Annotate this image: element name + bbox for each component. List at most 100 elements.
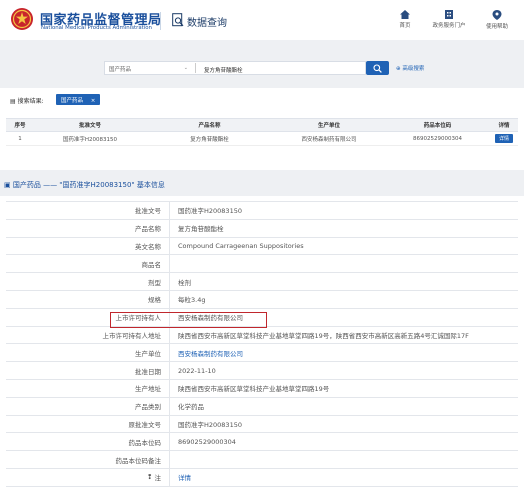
row-approval-no: 国药准字H20083150 [62,136,118,143]
detail-row: 生产单位 西安杨森制药有限公司 [6,344,518,363]
row-product: 复方角苷酸酯栓 [190,136,229,143]
results-label-text: 搜索结果: [17,98,44,105]
row-manufacturer: 西安杨森制药有限公司 [301,136,357,143]
column-header: 序号 [14,123,26,129]
nav-help[interactable]: 使用帮助 [472,10,522,30]
column-header: 批准文号 [78,123,101,129]
note-icon: ❢ [147,473,153,482]
detail-row: 商品名 [6,255,518,274]
close-icon[interactable]: × [91,98,96,104]
detail-row: 产品名称 复方角苷酸酯栓 [6,219,518,238]
detail-label-text: 药品本位码 [128,438,162,447]
detail-label-text: 注 [154,474,162,483]
search-button[interactable] [366,61,389,75]
section-title: 数据查询 [187,18,227,29]
detail-label-text: 生产单位 [135,349,161,358]
nav-portal[interactable]: 政务服务门户 [424,10,474,29]
table-row[interactable]: 1 国药准字H20083150 复方角苷酸酯栓 西安杨森制药有限公司 86902… [6,132,518,146]
detail-value: 国药准字H20083150 [178,207,242,216]
detail-row: ❢ 注详情 [6,468,518,487]
detail-title-text: 国产药品 —— "国药准字H20083150" 基本信息 [12,181,165,189]
nav-portal-label: 政务服务门户 [432,23,466,29]
detail-label: 药品本位码备注 [6,451,170,468]
chevron-down-icon: ⌄ [183,65,188,71]
portal-icon [445,10,453,19]
site-header: 国家药品监督管理局 National Medical Products Admi… [0,0,524,40]
detail-label: 生产单位 [6,344,170,362]
column-header: 详情 [498,123,510,129]
detail-label-text: 药品本位码备注 [115,456,162,465]
detail-label: 药品本位码 [6,433,170,451]
help-icon [492,10,502,20]
detail-value: 国药准字H20083150 [178,420,242,429]
detail-label-text: 产品名称 [135,225,161,234]
home-icon [400,10,410,19]
data-query-icon [172,13,184,27]
detail-value: Compound Carrageenan Suppositories [178,241,304,250]
site-subtitle: National Medical Products Administration [41,25,152,31]
detail-table: 批准文号 国药准字H20083150 产品名称 复方角苷酸酯栓 英文名称 Compound… [6,201,518,487]
detail-row: 批准文号 国药准字H20083150 [6,202,518,220]
row-detail-cell: 详情 [490,132,518,145]
column-header: 生产单位 [317,123,340,129]
nav-home[interactable]: 首页 [380,10,430,29]
results-filter-tag[interactable]: 国产药品 × [56,94,101,105]
detail-value: 化学药品 [178,403,204,412]
detail-label: 商品名 [6,255,170,273]
detail-value: 栓剂 [178,278,191,287]
detail-value[interactable]: 西安杨森制药有限公司 [170,344,518,361]
detail-row: 批准日期 2022-11-10 [6,362,518,380]
search-input[interactable] [196,61,366,75]
detail-label: 批准文号 [6,202,170,219]
results-table: 序号 批准文号 产品名称 生产单位 药品本位码 详情 1 国药准字H200831… [6,118,518,146]
row-drug-code: 86902529000304 [413,135,462,142]
detail-value [170,255,518,272]
column-header: 产品名称 [198,123,221,129]
detail-row: 剂型 栓剂 [6,273,518,291]
row-index: 1 [18,135,22,142]
detail-row: 上市许可持有人地址 陕西省西安市高新区草堂科技产业基地草堂四路19号，陕西省西安市… [6,326,518,345]
detail-value: 86902529000304 [178,437,236,446]
category-select-value: 国产药品 [109,67,132,73]
document-icon: ▣ [4,181,11,189]
detail-row: 生产地址 陕西省西安市高新区草堂科技产业基地草堂四路19号 [6,379,518,398]
detail-label: 批准日期 [6,362,170,379]
table-header: 序号 批准文号 产品名称 生产单位 药品本位码 详情 [6,118,518,132]
detail-row: 英文名称 Compound Carrageenan Suppositories [6,237,518,256]
detail-label-text: 批准日期 [135,367,161,376]
detail-label-text: 产品类别 [135,403,161,412]
detail-label-text: 上市许可持有人地址 [102,331,162,340]
detail-button[interactable]: 详情 [494,134,513,143]
national-emblem-icon [11,8,33,30]
detail-label: 产品类别 [6,397,170,415]
detail-value: 2022-11-10 [178,366,216,375]
detail-label: ❢ 注 [6,468,170,486]
detail-label-text: 规格 [148,296,161,305]
detail-label-text: 批准文号 [135,207,161,216]
results-list-icon: ▤ [10,98,16,105]
detail-label: 规格 [6,290,170,308]
results-label: ▤ 搜索结果: [10,96,44,105]
search-icon [373,64,382,73]
detail-label: 上市许可持有人地址 [6,326,170,344]
results-tag-label: 国产药品 [61,98,84,104]
highlight-box [110,312,267,328]
detail-value: 复方角苷酸酯栓 [178,225,224,234]
detail-value[interactable]: 详情 [170,469,518,486]
detail-label-text: 英文名称 [135,242,161,251]
nav-help-label: 使用帮助 [485,24,508,30]
detail-row: 规格 每粒3.4g [6,290,518,309]
detail-label-text: 原批准文号 [128,420,162,429]
detail-label: 产品名称 [6,219,170,237]
detail-row: 药品本位码 86902529000304 [6,433,518,452]
detail-row: 产品类别 化学药品 [6,397,518,416]
nav-home-label: 首页 [399,23,411,29]
detail-value: 每粒3.4g [178,296,206,305]
detail-label-text: 剂型 [148,278,161,287]
advanced-search-link[interactable]: ⊕ 高级搜索 [396,64,424,72]
detail-value [170,451,518,468]
detail-row: 原批准文号 国药准字H20083150 [6,415,518,434]
detail-value: 陕西省西安市高新区草堂科技产业基地草堂四路19号，陕西省西安市高新区高新五路4号… [178,331,469,340]
detail-title: ▣ 国产药品 —— "国药准字H20083150" 基本信息 [4,180,165,190]
category-select[interactable]: 国产药品 ⌄ [104,61,196,75]
